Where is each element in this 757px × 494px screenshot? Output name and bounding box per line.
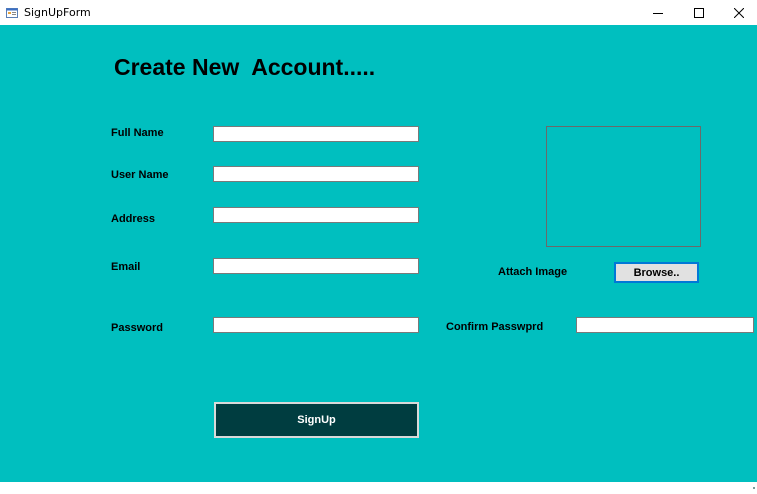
email-field[interactable]: [213, 258, 419, 274]
browse-button[interactable]: Browse..: [614, 262, 699, 283]
address-label: Address: [111, 213, 156, 225]
form-app-icon: [6, 6, 18, 18]
minimize-icon: [653, 8, 663, 18]
title-bar: SignUpForm: [0, 0, 757, 25]
user-name-field[interactable]: [213, 166, 419, 182]
password-label: Password: [111, 322, 163, 334]
attach-image-label: Attach Image: [498, 266, 568, 278]
form-client-area: Create New Account..... Full Name User N…: [0, 25, 757, 489]
resize-grip-icon[interactable]: [751, 476, 755, 489]
password-field[interactable]: [213, 317, 419, 333]
email-label: Email: [111, 261, 141, 273]
maximize-icon: [694, 7, 704, 18]
window-title: SignUpForm: [24, 6, 91, 19]
minimize-button[interactable]: [638, 0, 678, 25]
confirm-password-field[interactable]: [576, 317, 754, 333]
user-name-label: User Name: [111, 169, 169, 181]
image-preview-box: [546, 126, 701, 247]
address-field[interactable]: [213, 207, 419, 223]
maximize-button[interactable]: [679, 0, 719, 25]
confirm-password-label: Confirm Passwprd: [446, 321, 544, 333]
close-icon: [734, 7, 744, 18]
full-name-field[interactable]: [213, 126, 419, 142]
close-button[interactable]: [719, 0, 757, 25]
full-name-label: Full Name: [111, 127, 164, 139]
page-title: Create New Account.....: [114, 54, 376, 80]
signup-button[interactable]: SignUp: [214, 402, 419, 438]
